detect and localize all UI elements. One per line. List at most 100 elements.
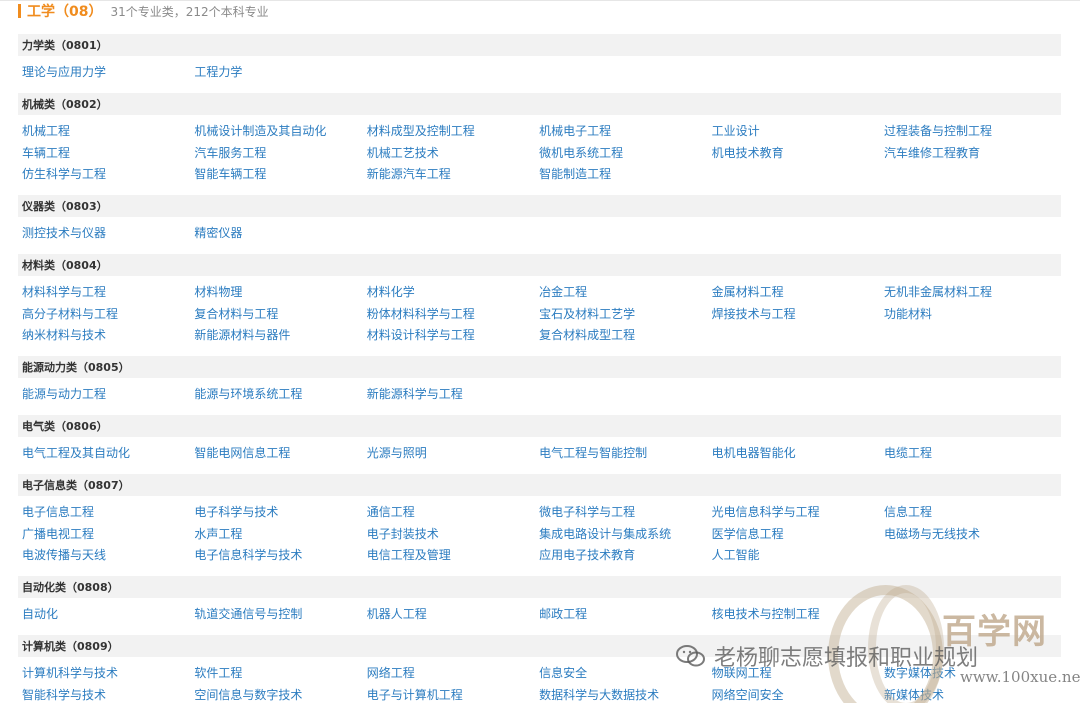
- page: 工学（08） 31个专业类，212个本科专业 力学类（0801） 理论与应用力学工…: [0, 0, 1080, 703]
- major-link[interactable]: 数字媒体技术: [884, 663, 1056, 685]
- major-link[interactable]: 纳米材料与技术: [22, 325, 194, 347]
- major-link[interactable]: 信息工程: [884, 502, 1056, 524]
- major-link[interactable]: 机械设计制造及其自动化: [194, 121, 366, 143]
- major-link[interactable]: 电子信息科学与技术: [194, 545, 366, 567]
- major-link[interactable]: 电气工程与智能控制: [539, 443, 711, 465]
- major-link[interactable]: 材料物理: [194, 282, 366, 304]
- major-link[interactable]: 广播电视工程: [22, 524, 194, 546]
- major-link[interactable]: 数据科学与大数据技术: [539, 685, 711, 703]
- major-link[interactable]: 材料化学: [367, 282, 539, 304]
- major-link[interactable]: 材料成型及控制工程: [367, 121, 539, 143]
- major-link[interactable]: 焊接技术与工程: [712, 304, 884, 326]
- major-link[interactable]: 宝石及材料工艺学: [539, 304, 711, 326]
- major-link[interactable]: 计算机科学与技术: [22, 663, 194, 685]
- major-link[interactable]: 材料设计科学与工程: [367, 325, 539, 347]
- major-grid: 自动化 轨道交通信号与控制 机器人工程 邮政工程 核电技术与控制工程: [22, 604, 1080, 626]
- major-link[interactable]: 智能科学与技术: [22, 685, 194, 703]
- major-link[interactable]: 邮政工程: [539, 604, 711, 626]
- major-link[interactable]: 智能制造工程: [539, 164, 711, 186]
- major-link[interactable]: 核电技术与控制工程: [712, 604, 884, 626]
- category-section: 材料类（0804） 材料科学与工程 材料物理 材料化学 冶金工程 金属材料工程 无机非金属材…: [0, 254, 1080, 347]
- major-grid: 电子信息工程 电子科学与技术 通信工程 微电子科学与工程 光电信息科学与工程 信息工程广播…: [22, 502, 1080, 567]
- major-link[interactable]: 复合材料成型工程: [539, 325, 711, 347]
- major-link[interactable]: 电子封装技术: [367, 524, 539, 546]
- category-section: 电气类（0806） 电气工程及其自动化 智能电网信息工程 光源与照明 电气工程与智能控制…: [0, 415, 1080, 465]
- major-link[interactable]: 机械工艺技术: [367, 143, 539, 165]
- category-label: 材料类（0804）: [22, 259, 108, 272]
- major-link[interactable]: 自动化: [22, 604, 194, 626]
- major-link[interactable]: 网络工程: [367, 663, 539, 685]
- major-link[interactable]: 电机电器智能化: [712, 443, 884, 465]
- major-link[interactable]: 信息安全: [539, 663, 711, 685]
- major-link[interactable]: 复合材料与工程: [194, 304, 366, 326]
- major-link[interactable]: 机械电子工程: [539, 121, 711, 143]
- category-label: 电气类（0806）: [22, 420, 108, 433]
- major-link[interactable]: 新能源材料与器件: [194, 325, 366, 347]
- major-link[interactable]: 工程力学: [194, 62, 366, 84]
- accent-bar: [18, 4, 21, 18]
- category-label: 仪器类（0803）: [22, 200, 108, 213]
- major-link[interactable]: 电子信息工程: [22, 502, 194, 524]
- major-link[interactable]: 电子科学与技术: [194, 502, 366, 524]
- major-link[interactable]: 能源与动力工程: [22, 384, 194, 406]
- category-label: 力学类（0801）: [22, 39, 108, 52]
- category-section: 能源动力类（0805） 能源与动力工程 能源与环境系统工程 新能源科学与工程: [0, 356, 1080, 406]
- major-link[interactable]: 电信工程及管理: [367, 545, 539, 567]
- major-link[interactable]: 汽车维修工程教育: [884, 143, 1056, 165]
- category-section: 电子信息类（0807） 电子信息工程 电子科学与技术 通信工程 微电子科学与工程 光电信息…: [0, 474, 1080, 567]
- major-link[interactable]: 电波传播与天线: [22, 545, 194, 567]
- category-section: 计算机类（0809） 计算机科学与技术 软件工程 网络工程 信息安全 物联网工程 数字媒体技…: [0, 635, 1080, 703]
- major-link[interactable]: 电缆工程: [884, 443, 1056, 465]
- category-header: 机械类（0802）: [18, 93, 1061, 115]
- major-link[interactable]: 智能车辆工程: [194, 164, 366, 186]
- major-link[interactable]: 车辆工程: [22, 143, 194, 165]
- major-grid: 理论与应用力学 工程力学: [22, 62, 1080, 84]
- category-label: 自动化类（0808）: [22, 581, 119, 594]
- major-link[interactable]: 电子与计算机工程: [367, 685, 539, 703]
- major-link[interactable]: 过程装备与控制工程: [884, 121, 1056, 143]
- major-link[interactable]: 金属材料工程: [712, 282, 884, 304]
- major-link[interactable]: 机电技术教育: [712, 143, 884, 165]
- major-link[interactable]: 功能材料: [884, 304, 1056, 326]
- major-link[interactable]: 水声工程: [194, 524, 366, 546]
- major-link[interactable]: 集成电路设计与集成系统: [539, 524, 711, 546]
- major-link[interactable]: 测控技术与仪器: [22, 223, 194, 245]
- major-link[interactable]: 冶金工程: [539, 282, 711, 304]
- category-header: 电气类（0806）: [18, 415, 1061, 437]
- major-link[interactable]: 精密仪器: [194, 223, 366, 245]
- major-link[interactable]: 光电信息科学与工程: [712, 502, 884, 524]
- major-link[interactable]: 人工智能: [712, 545, 884, 567]
- major-link[interactable]: 电磁场与无线技术: [884, 524, 1056, 546]
- major-link[interactable]: 能源与环境系统工程: [194, 384, 366, 406]
- major-link[interactable]: 通信工程: [367, 502, 539, 524]
- major-link[interactable]: 机械工程: [22, 121, 194, 143]
- major-link[interactable]: 电气工程及其自动化: [22, 443, 194, 465]
- major-link[interactable]: 智能电网信息工程: [194, 443, 366, 465]
- major-link[interactable]: 光源与照明: [367, 443, 539, 465]
- major-link[interactable]: 网络空间安全: [712, 685, 884, 703]
- major-link[interactable]: 微电子科学与工程: [539, 502, 711, 524]
- major-link[interactable]: 汽车服务工程: [194, 143, 366, 165]
- major-link[interactable]: 材料科学与工程: [22, 282, 194, 304]
- category-header: 电子信息类（0807）: [18, 474, 1061, 496]
- category-section: 自动化类（0808） 自动化 轨道交通信号与控制 机器人工程 邮政工程 核电技术与控制工程: [0, 576, 1080, 626]
- major-link[interactable]: 新能源汽车工程: [367, 164, 539, 186]
- category-header: 计算机类（0809）: [18, 635, 1061, 657]
- major-link[interactable]: 新媒体技术: [884, 685, 1056, 703]
- category-section: 仪器类（0803） 测控技术与仪器 精密仪器: [0, 195, 1080, 245]
- major-link[interactable]: 医学信息工程: [712, 524, 884, 546]
- major-link[interactable]: 应用电子技术教育: [539, 545, 711, 567]
- major-link[interactable]: 软件工程: [194, 663, 366, 685]
- major-link[interactable]: 物联网工程: [712, 663, 884, 685]
- major-link[interactable]: 仿生科学与工程: [22, 164, 194, 186]
- major-link[interactable]: 空间信息与数字技术: [194, 685, 366, 703]
- major-link[interactable]: 轨道交通信号与控制: [194, 604, 366, 626]
- major-link[interactable]: 机器人工程: [367, 604, 539, 626]
- major-link[interactable]: 粉体材料科学与工程: [367, 304, 539, 326]
- major-link[interactable]: 无机非金属材料工程: [884, 282, 1056, 304]
- major-link[interactable]: 理论与应用力学: [22, 62, 194, 84]
- major-link[interactable]: 高分子材料与工程: [22, 304, 194, 326]
- major-link[interactable]: 微机电系统工程: [539, 143, 711, 165]
- major-link[interactable]: 工业设计: [712, 121, 884, 143]
- major-link[interactable]: 新能源科学与工程: [367, 384, 539, 406]
